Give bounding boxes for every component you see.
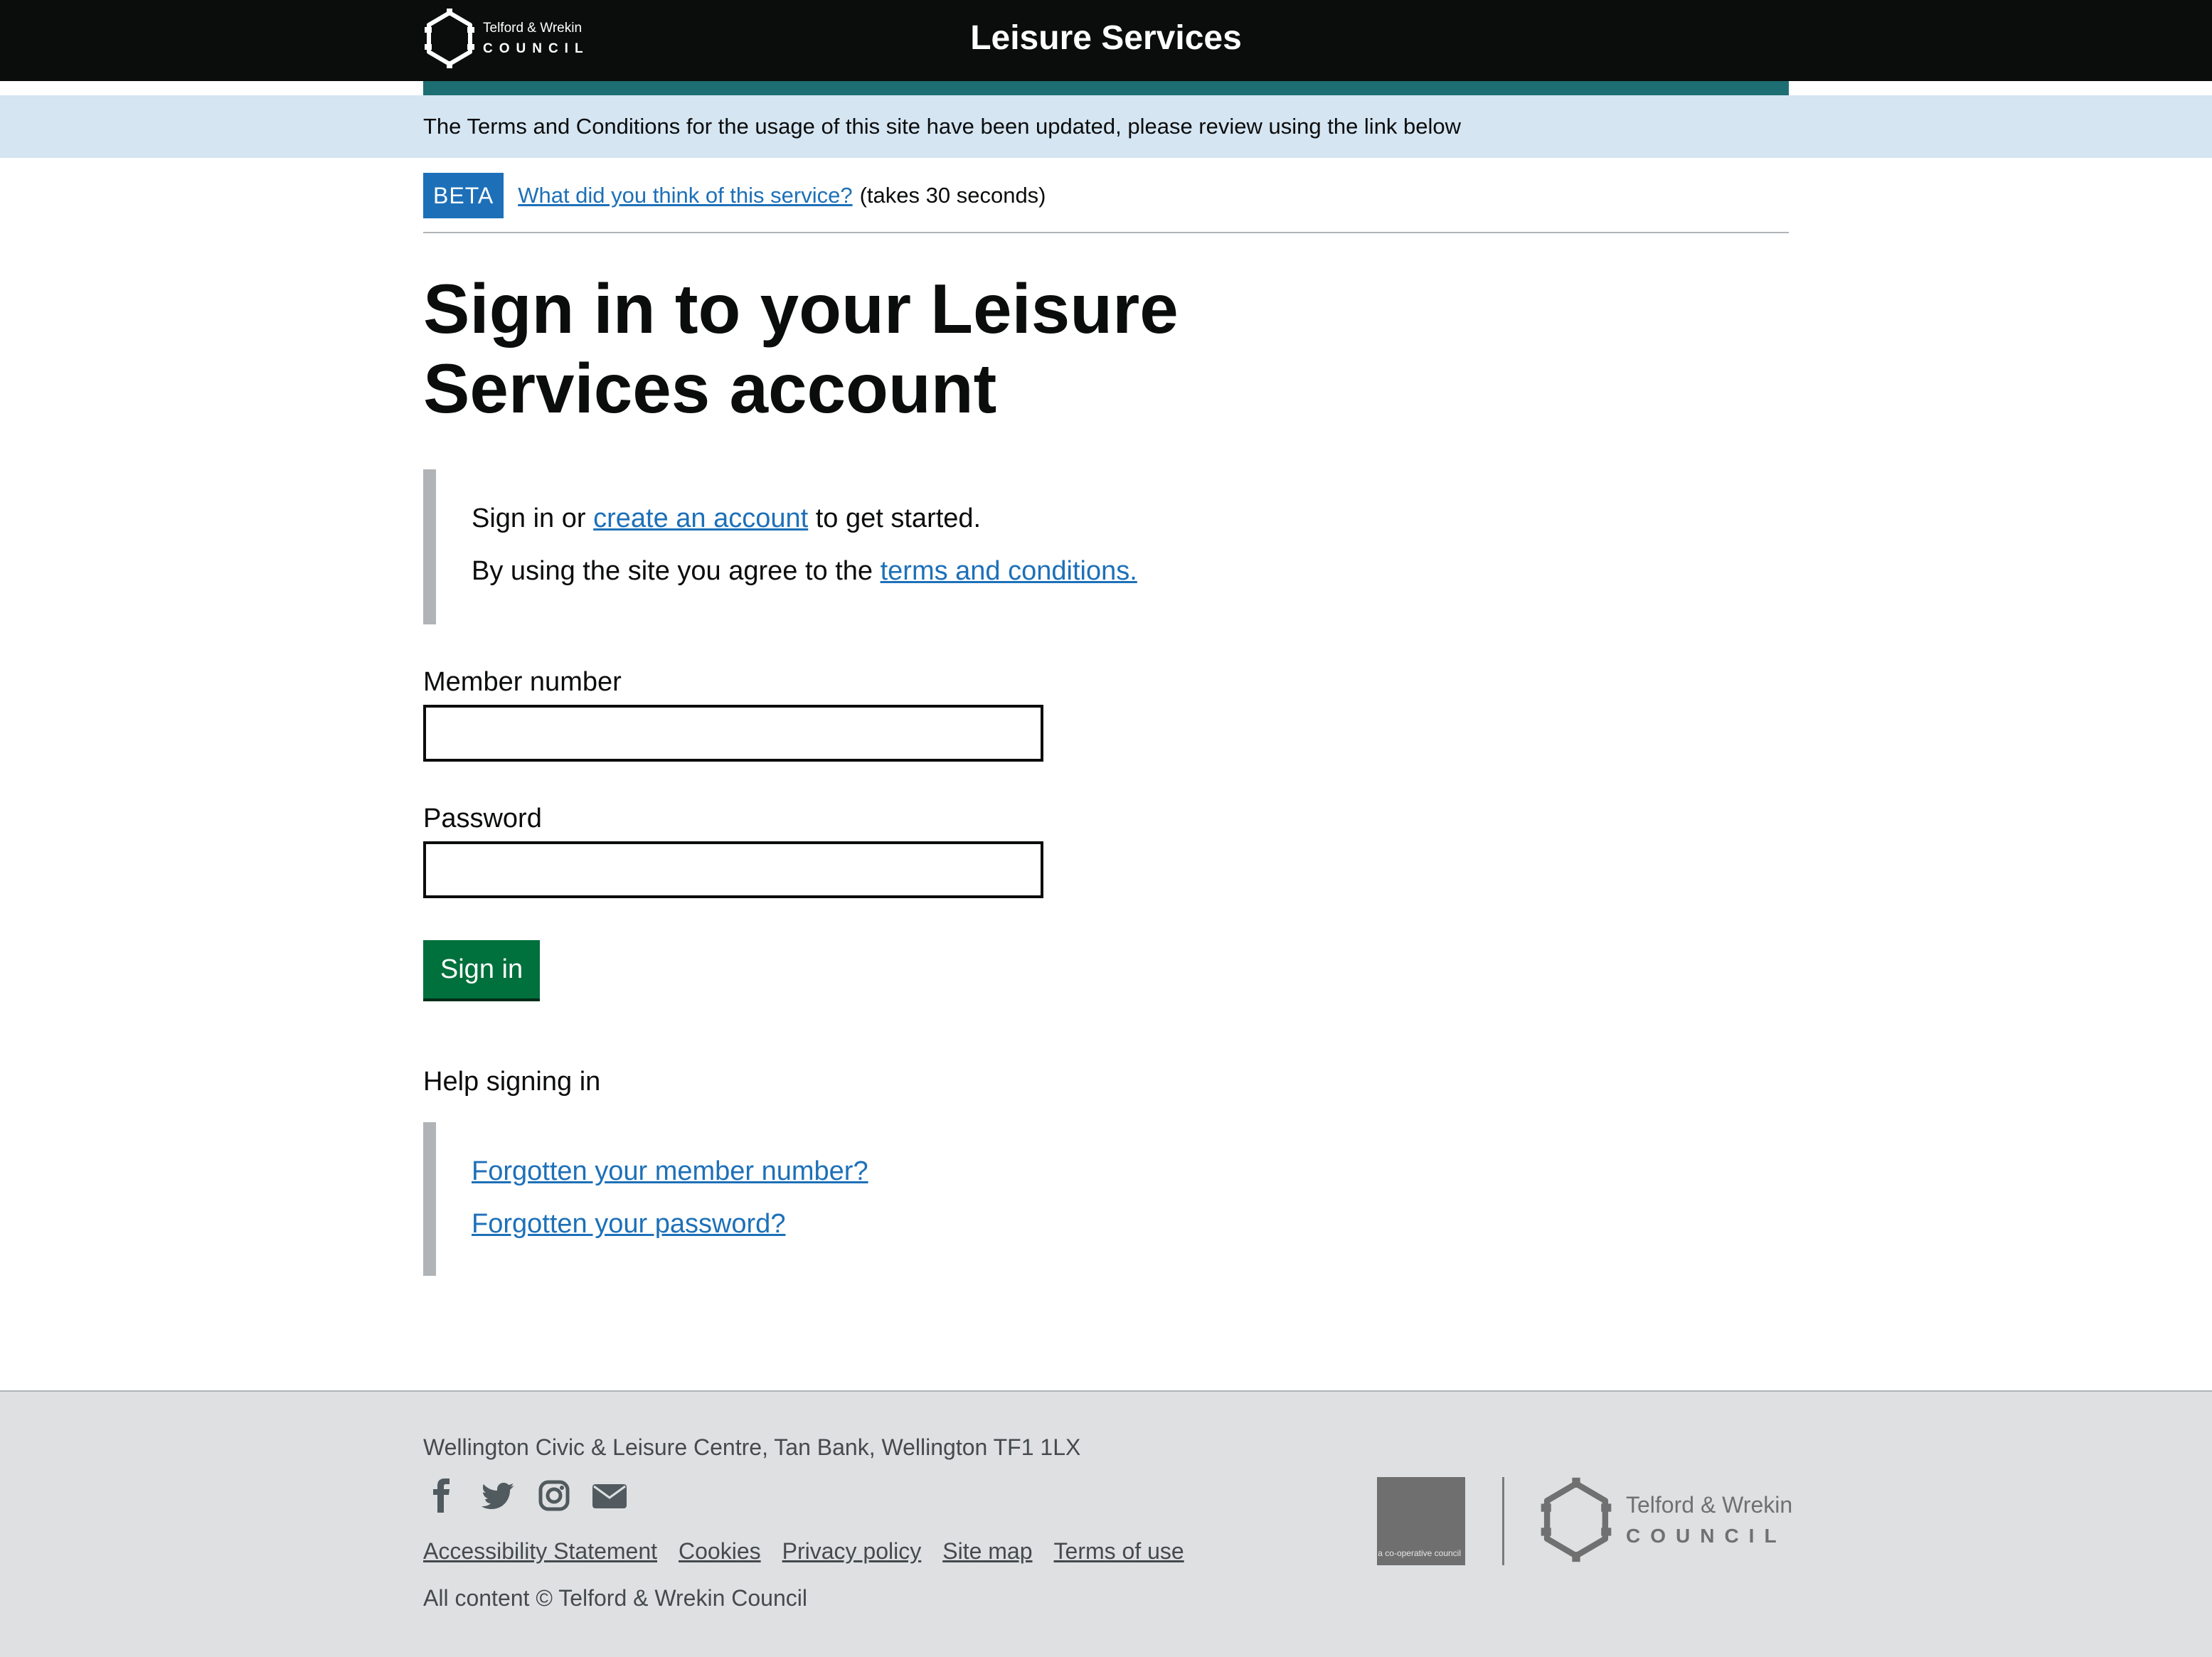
intro-suffix: to get started. <box>808 504 982 533</box>
terms-prefix: By using the site you agree to the <box>472 556 881 586</box>
footer-link-terms[interactable]: Terms of use <box>1054 1538 1184 1565</box>
member-number-input[interactable] <box>423 705 1043 762</box>
footer-council-logo: Telford & Wrekin COUNCIL <box>1536 1476 1792 1564</box>
help-heading: Help signing in <box>423 1067 601 1097</box>
sign-in-button[interactable]: Sign in <box>423 940 540 998</box>
notice-text: The Terms and Conditions for the usage o… <box>423 114 1462 139</box>
cooperative-council-logo: a co-operative council <box>1377 1477 1465 1565</box>
notice-banner: The Terms and Conditions for the usage o… <box>0 95 2212 158</box>
header-accent-bar <box>423 81 1789 95</box>
password-label: Password <box>423 804 542 833</box>
intro-inset: Sign in or create an account to get star… <box>423 469 1137 624</box>
terms-text: By using the site you agree to the terms… <box>472 556 1137 587</box>
member-number-label: Member number <box>423 667 622 697</box>
help-inset: Forgotten your member number? Forgotten … <box>423 1122 868 1276</box>
page-title: Sign in to your Leisure Services account <box>423 270 1179 427</box>
feedback-link[interactable]: What did you think of this service? <box>518 183 852 208</box>
forgot-member-number-link[interactable]: Forgotten your member number? <box>472 1156 868 1187</box>
footer-copyright: All content © Telford & Wrekin Council <box>423 1585 807 1611</box>
footer-link-accessibility[interactable]: Accessibility Statement <box>423 1538 657 1565</box>
divider <box>423 232 1789 233</box>
intro-text: Sign in or create an account to get star… <box>472 504 981 534</box>
intro-prefix: Sign in or <box>472 504 594 533</box>
footer-link-cookies[interactable]: Cookies <box>679 1538 761 1565</box>
footer-address: Wellington Civic & Leisure Centre, Tan B… <box>423 1434 1081 1460</box>
site-title[interactable]: Leisure Services <box>0 18 2212 58</box>
facebook-icon[interactable] <box>423 1476 463 1515</box>
phase-banner: BETA What did you think of this service?… <box>423 173 1046 218</box>
twitter-icon[interactable] <box>479 1476 519 1515</box>
coop-logo-text: a co-operative council <box>1378 1548 1461 1558</box>
password-input[interactable] <box>423 841 1043 898</box>
create-account-link[interactable]: create an account <box>593 504 808 533</box>
footer-link-sitemap[interactable]: Site map <box>942 1538 1032 1565</box>
site-footer: Wellington Civic & Leisure Centre, Tan B… <box>0 1390 2212 1657</box>
social-links <box>423 1476 629 1515</box>
email-icon[interactable] <box>590 1476 629 1515</box>
footer-links: Accessibility Statement Cookies Privacy … <box>423 1538 1184 1565</box>
forgot-password-link[interactable]: Forgotten your password? <box>472 1209 785 1240</box>
instagram-icon[interactable] <box>534 1476 574 1515</box>
footer-logo-divider <box>1502 1477 1504 1565</box>
council-emblem-icon <box>1541 1477 1612 1562</box>
beta-tag: BETA <box>423 173 504 218</box>
terms-link[interactable]: terms and conditions. <box>881 556 1137 586</box>
feedback-note: (takes 30 seconds) <box>859 183 1046 208</box>
footer-logo-line2: COUNCIL <box>1626 1525 1787 1547</box>
footer-link-privacy[interactable]: Privacy policy <box>782 1538 922 1565</box>
footer-logo-line1: Telford & Wrekin <box>1626 1492 1793 1518</box>
